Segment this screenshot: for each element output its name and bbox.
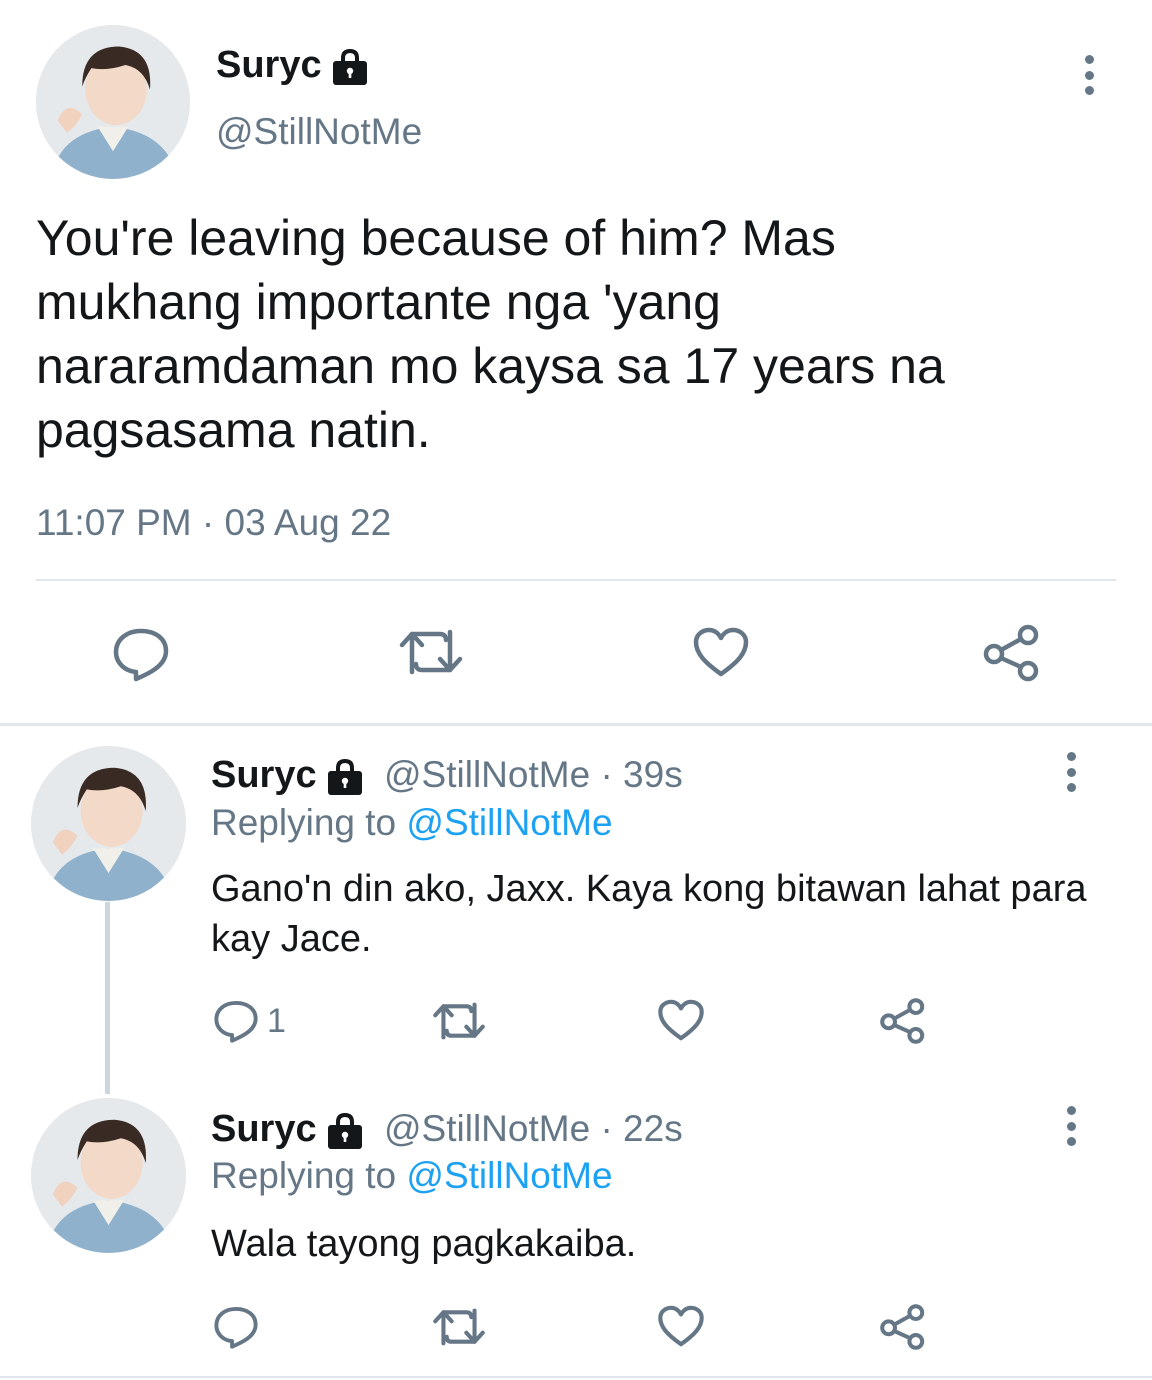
replying-to: Replying to @StillNotMe (211, 1155, 613, 1197)
reply-button[interactable] (112, 626, 170, 682)
relative-time: · 22s (600, 1108, 683, 1149)
like-icon (658, 999, 704, 1041)
more-icon-dot (1084, 70, 1094, 80)
like-button[interactable] (657, 998, 705, 1042)
reply-icon (214, 1306, 258, 1349)
more-button[interactable] (1074, 55, 1104, 95)
thread-line (105, 902, 110, 1094)
section-divider (0, 723, 1152, 726)
lock-icon (332, 48, 367, 85)
like-button[interactable] (657, 1304, 705, 1348)
replying-to: Replying to @StillNotMe (211, 802, 613, 844)
timestamp[interactable]: 11:07 PM · 03 Aug 22 (36, 502, 391, 544)
reply-button[interactable] (213, 1305, 259, 1349)
retweet-button[interactable] (432, 1001, 486, 1041)
lock-icon (327, 758, 362, 795)
more-icon (1066, 1106, 1076, 1115)
bottom-divider (0, 1376, 1152, 1378)
tweet-text: You're leaving because of him? Mas mukha… (36, 210, 945, 458)
more-icon-dot (1066, 1137, 1076, 1146)
handle-and-time[interactable]: @StillNotMe · 22s (384, 1108, 683, 1150)
replying-mention[interactable]: @StillNotMe (406, 802, 612, 843)
tweet-text: Gano'n din ako, Jaxx. Kaya kong bitawan … (211, 868, 1087, 960)
share-icon (880, 1304, 925, 1350)
lock-icon (327, 1112, 362, 1149)
retweet-icon (433, 1002, 485, 1040)
replying-prefix: Replying to (211, 802, 397, 843)
share-icon (983, 624, 1039, 682)
more-icon-dot (1066, 783, 1076, 792)
like-button[interactable] (692, 626, 750, 678)
retweet-icon (433, 1308, 485, 1346)
display-name-text: Suryc (211, 1108, 317, 1150)
share-icon (880, 998, 925, 1044)
display-name[interactable]: Suryc (211, 1108, 365, 1151)
reply-button[interactable]: 1 (213, 999, 286, 1043)
reply-count: 1 (267, 1001, 286, 1040)
more-icon-dot (1084, 86, 1094, 95)
retweet-button[interactable] (432, 1307, 486, 1347)
share-button[interactable] (879, 1303, 927, 1351)
relative-time: · 39s (600, 754, 683, 795)
display-name-text: Suryc (211, 754, 317, 796)
more-icon (1084, 55, 1094, 64)
avatar[interactable] (31, 746, 186, 901)
display-name-text: Suryc (216, 44, 322, 86)
avatar[interactable] (31, 1098, 186, 1253)
divider (36, 579, 1116, 581)
display-name[interactable]: Suryc (211, 754, 365, 797)
like-icon (658, 1305, 704, 1347)
retweet-icon (399, 629, 463, 675)
like-icon (693, 627, 749, 677)
tweet-text: Wala tayong pagkakaiba. (211, 1223, 637, 1265)
more-button[interactable] (1056, 752, 1086, 792)
more-icon (1066, 752, 1076, 761)
more-button[interactable] (1056, 1106, 1086, 1146)
handle[interactable]: @StillNotMe (216, 111, 422, 153)
share-button[interactable] (879, 997, 927, 1045)
display-name[interactable]: Suryc (216, 44, 370, 87)
handle: @StillNotMe (384, 754, 591, 795)
retweet-button[interactable] (398, 628, 464, 676)
avatar[interactable] (36, 25, 190, 179)
more-icon-dot (1066, 767, 1076, 777)
reply-icon (113, 628, 169, 682)
reply-icon (214, 1000, 258, 1043)
handle: @StillNotMe (384, 1108, 591, 1149)
replying-prefix: Replying to (211, 1155, 397, 1196)
share-button[interactable] (982, 624, 1042, 682)
handle-and-time[interactable]: @StillNotMe · 39s (384, 754, 683, 796)
replying-mention[interactable]: @StillNotMe (406, 1155, 612, 1196)
more-icon-dot (1066, 1121, 1076, 1131)
